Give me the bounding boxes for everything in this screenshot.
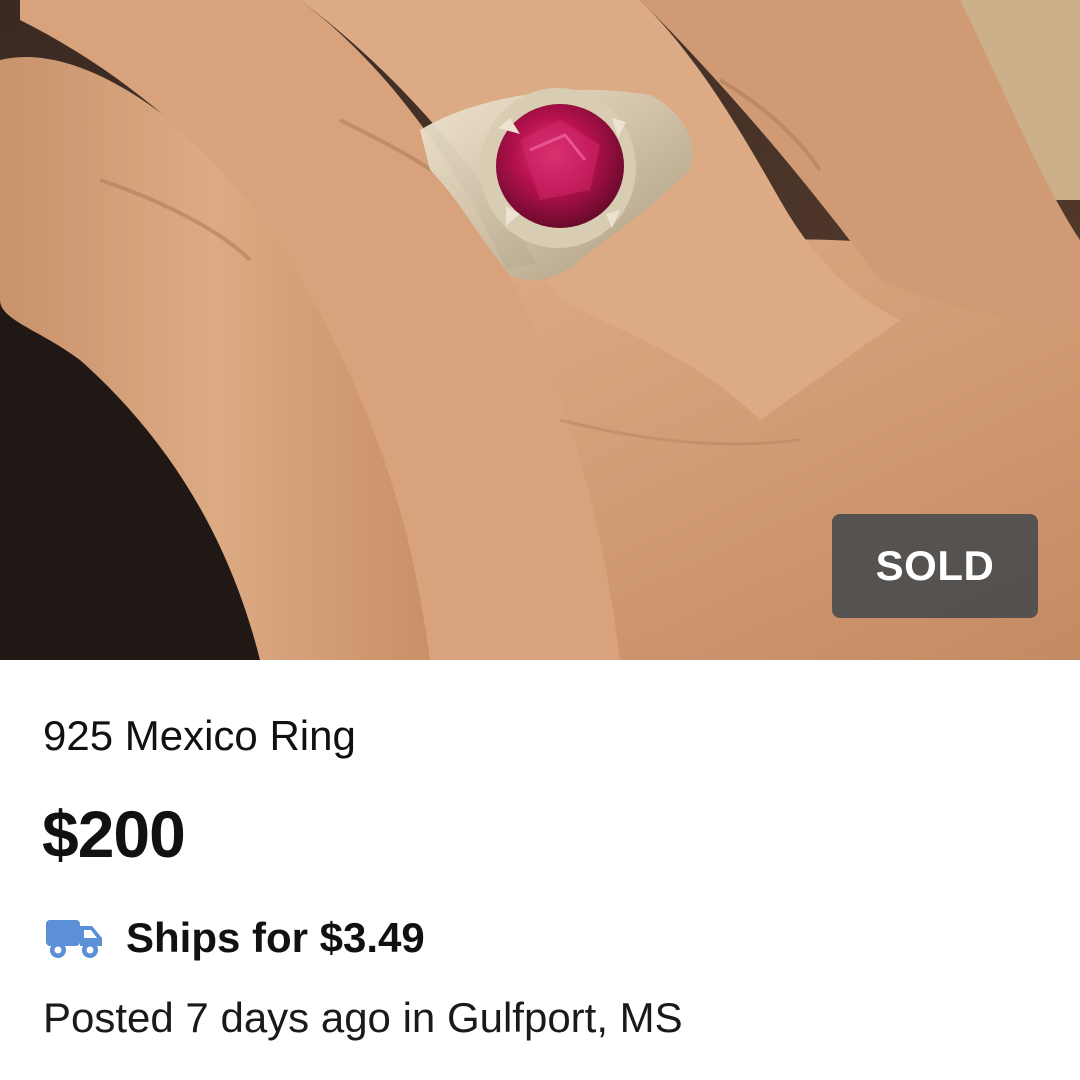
shipping-info: Ships for $3.49	[46, 908, 425, 968]
listing-price: $200	[42, 797, 186, 871]
posted-info: Posted 7 days ago in Gulfport, MS	[43, 994, 683, 1041]
product-photo[interactable]: SOLD	[0, 0, 1080, 660]
sold-badge: SOLD	[832, 514, 1038, 618]
listing-title[interactable]: 925 Mexico Ring	[43, 712, 356, 760]
truck-icon	[46, 920, 102, 958]
shipping-text: Ships for $3.49	[126, 914, 425, 961]
listing-card: SOLD 925 Mexico Ring $200 Ships for $3.4…	[0, 0, 1080, 1080]
